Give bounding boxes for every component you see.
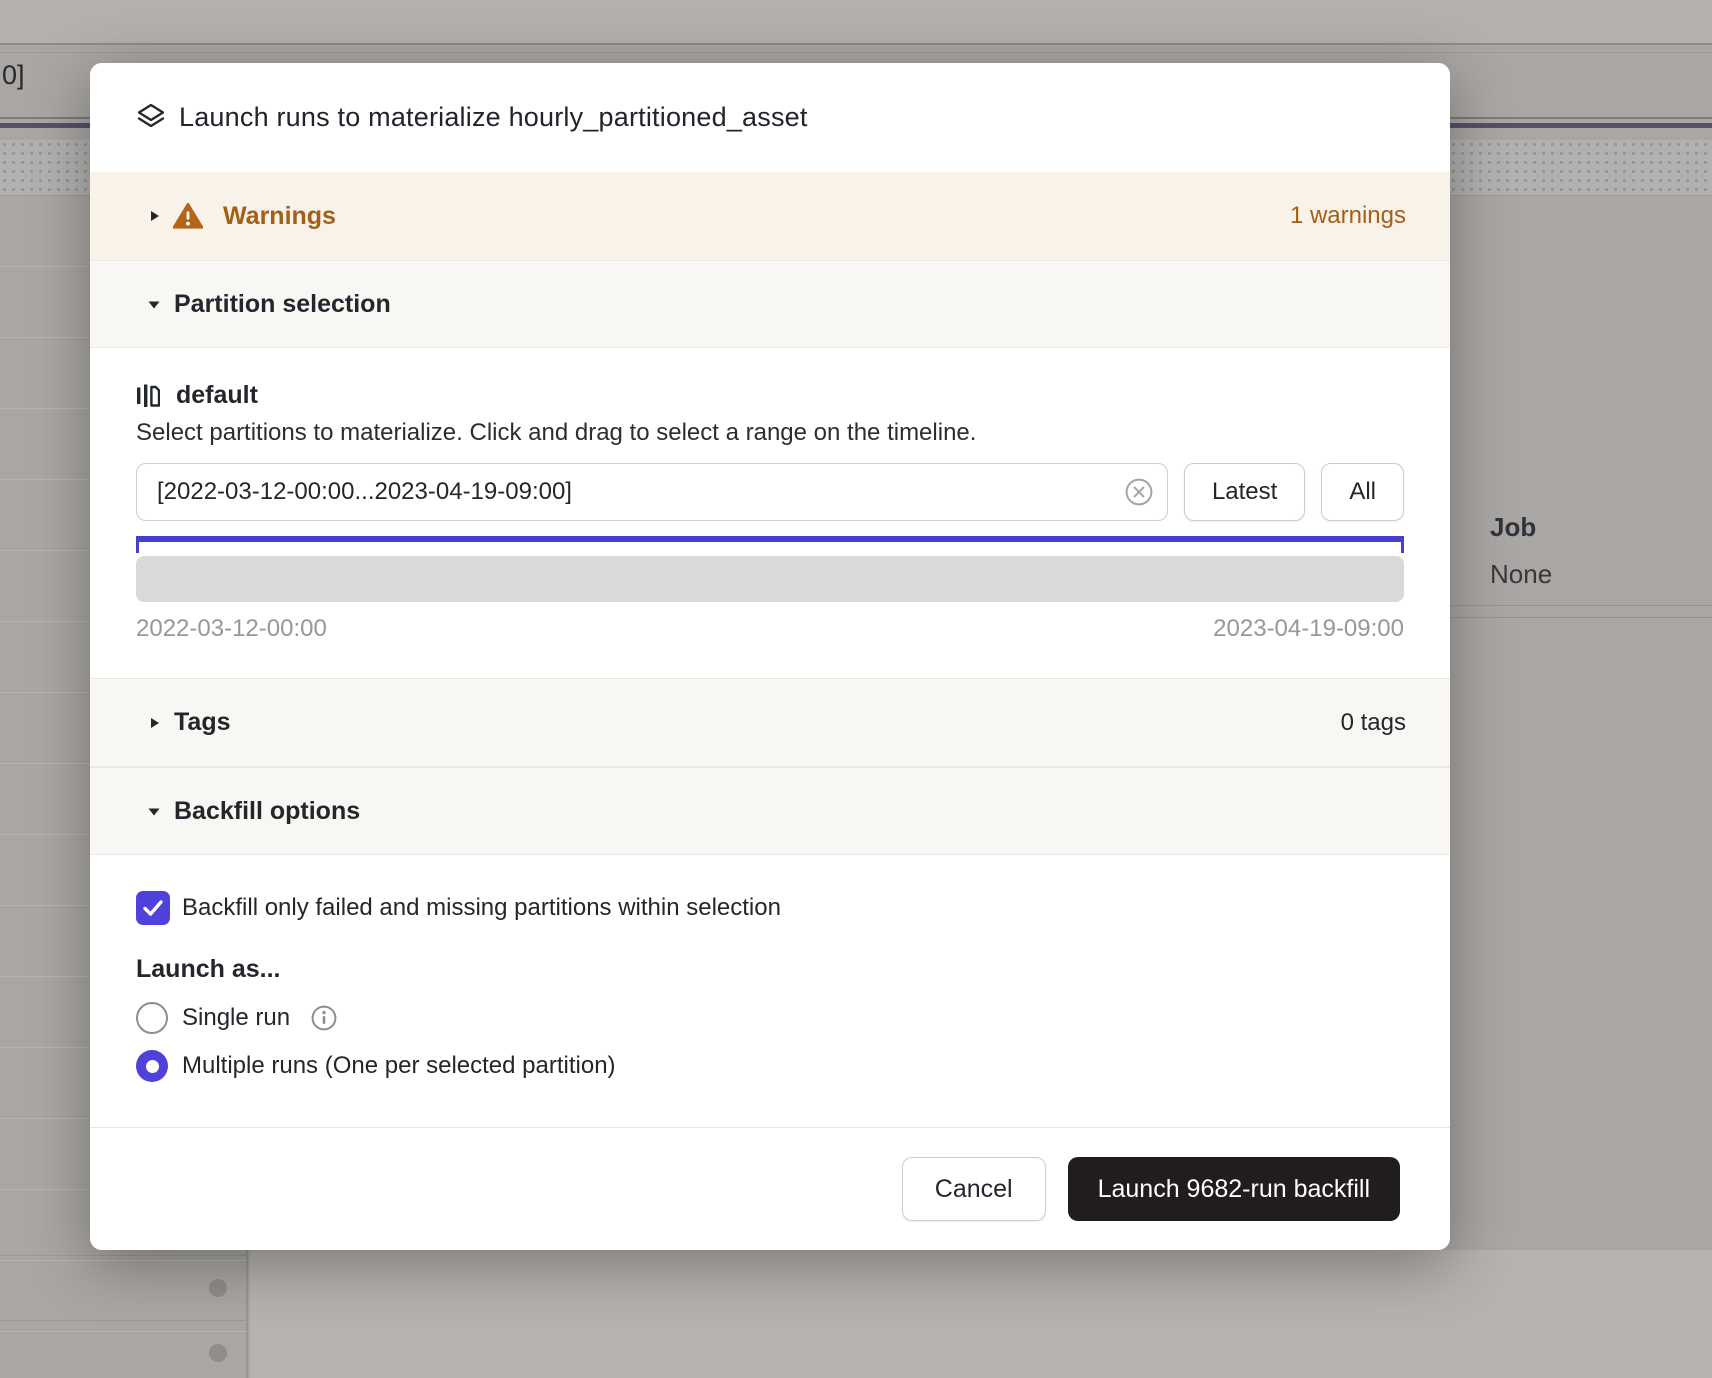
partition-selection-toggle[interactable]: Partition selection xyxy=(90,260,1450,348)
single-run-option[interactable]: Single run xyxy=(136,1002,1404,1034)
caret-down-icon xyxy=(146,298,162,311)
caret-right-icon xyxy=(148,208,161,224)
background-status-dot xyxy=(209,1344,227,1362)
radio-unselected[interactable] xyxy=(136,1002,168,1034)
partition-icon xyxy=(136,382,160,409)
partition-help-text: Select partitions to materialize. Click … xyxy=(136,419,1404,447)
dialog-title: Launch runs to materialize hourly_partit… xyxy=(179,102,808,133)
tags-count: 0 tags xyxy=(1341,709,1406,737)
launch-as-label: Launch as... xyxy=(136,955,1404,984)
selection-range-indicator xyxy=(136,536,1404,542)
background-status-dot xyxy=(209,1279,227,1297)
clear-selection-button[interactable] xyxy=(1124,477,1154,507)
latest-button[interactable]: Latest xyxy=(1184,463,1305,521)
caret-down-icon xyxy=(146,805,162,818)
warning-triangle-icon xyxy=(173,202,203,230)
background-job-label: Job xyxy=(1490,512,1552,543)
background-divider xyxy=(0,1255,248,1256)
partition-selection-body: default Select partitions to materialize… xyxy=(90,348,1450,678)
selection-end-tick xyxy=(1401,536,1404,553)
checkbox-label: Backfill only failed and missing partiti… xyxy=(182,894,781,922)
background-job-value: None xyxy=(1490,559,1552,590)
launch-backfill-button[interactable]: Launch 9682-run backfill xyxy=(1068,1157,1400,1221)
timeline-start-label: 2022-03-12-00:00 xyxy=(136,615,327,643)
backfill-options-body: Backfill only failed and missing partiti… xyxy=(90,855,1450,1127)
cancel-button[interactable]: Cancel xyxy=(902,1157,1046,1221)
dimension-row: default xyxy=(136,380,1404,410)
warnings-count: 1 warnings xyxy=(1290,202,1406,230)
tags-header: Tags xyxy=(174,708,231,737)
timeline-date-labels: 2022-03-12-00:00 2023-04-19-09:00 xyxy=(136,615,1404,643)
background-job-cell: Job None xyxy=(1490,512,1552,590)
launch-backfill-dialog: Launch runs to materialize hourly_partit… xyxy=(90,63,1450,1250)
dialog-footer: Cancel Launch 9682-run backfill xyxy=(90,1127,1450,1250)
multiple-runs-label: Multiple runs (One per selected partitio… xyxy=(182,1052,616,1080)
partition-input-wrap xyxy=(136,463,1168,521)
background-partial-input-text: 0] xyxy=(2,60,25,91)
background-divider xyxy=(1450,605,1712,606)
background-divider xyxy=(0,52,1712,53)
all-button[interactable]: All xyxy=(1321,463,1404,521)
radio-selected[interactable] xyxy=(136,1050,168,1082)
background-divider xyxy=(1450,617,1712,618)
background-lower-area xyxy=(250,1250,1712,1378)
background-divider xyxy=(0,1320,248,1321)
background-top-band xyxy=(0,0,1712,45)
partition-picker-row: Latest All xyxy=(136,463,1404,521)
timeline-end-label: 2023-04-19-09:00 xyxy=(1213,615,1404,643)
dialog-header: Launch runs to materialize hourly_partit… xyxy=(90,63,1450,172)
backfill-options-toggle[interactable]: Backfill options xyxy=(90,767,1450,855)
partition-selection-header: Partition selection xyxy=(174,290,391,319)
asset-layers-icon xyxy=(136,102,166,134)
backfill-options-header: Backfill options xyxy=(174,797,360,826)
single-run-label: Single run xyxy=(182,1004,290,1032)
multiple-runs-option[interactable]: Multiple runs (One per selected partitio… xyxy=(136,1050,1404,1082)
info-circle-icon[interactable] xyxy=(310,1004,338,1032)
dimension-name: default xyxy=(176,381,258,410)
partition-range-input[interactable] xyxy=(136,463,1168,521)
tags-section-toggle[interactable]: Tags 0 tags xyxy=(90,678,1450,767)
backfill-only-failed-row[interactable]: Backfill only failed and missing partiti… xyxy=(136,891,1404,925)
selection-start-tick xyxy=(136,536,139,553)
partition-timeline[interactable] xyxy=(136,556,1404,602)
warnings-section-toggle[interactable]: Warnings 1 warnings xyxy=(90,172,1450,260)
warnings-label: Warnings xyxy=(223,202,336,231)
checkbox-checked[interactable] xyxy=(136,891,170,925)
circle-x-icon xyxy=(1124,477,1154,507)
caret-right-icon xyxy=(146,715,162,731)
